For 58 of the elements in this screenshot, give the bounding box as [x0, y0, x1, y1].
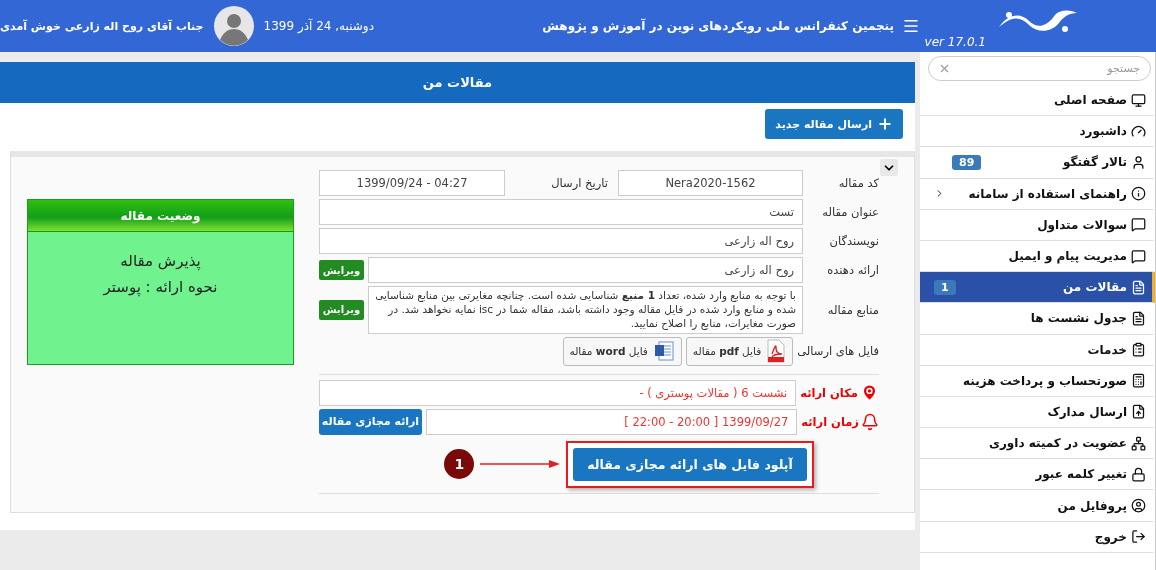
date-field: 1399/09/24 - 04:27 — [319, 170, 505, 196]
presenter-field: روح اله زارعی — [368, 257, 803, 283]
count-badge: 1 — [934, 279, 956, 295]
count-badge: 89 — [952, 154, 982, 170]
menu-icon[interactable] — [902, 17, 920, 35]
field-label: ارائه دهنده — [826, 263, 879, 277]
chat-icon — [1131, 248, 1146, 264]
place-field: نشست 6 ( مقالات پوستری ) - — [319, 379, 797, 406]
field-label: کد مقاله — [837, 176, 879, 190]
time-field: 1399/09/27 [ 20:00 - 22:00 ] — [426, 408, 798, 435]
status-title: وضعیت مقاله — [28, 200, 293, 232]
time-label: زمان ارائه — [801, 412, 879, 431]
sources-text: با توجه به منابع وارد شده، تعداد 1 منبع شناسایی شده است. چنانچه مغایرتی بین منابع شناسایی شده و منابع وارد شده در فایل مقاله وجود داشته باشد، مقاله شما در isc نمایه نخواهد شد. در صورت مغایرات، منابع را اصلاح نمایید. — [368, 286, 803, 334]
pdf-icon — [766, 339, 787, 364]
status-text: نحوه ارائه : پوستر — [102, 278, 219, 296]
version-label: ver 17.0.1 — [924, 35, 986, 49]
bell-icon — [861, 412, 879, 431]
gauge-icon — [1131, 123, 1146, 139]
field-label: منابع مقاله — [826, 302, 879, 317]
checklist-icon — [1131, 342, 1146, 358]
upload-button[interactable]: آپلود فایل های ارائه مجازی مقاله — [573, 447, 807, 481]
panel-title: مقالات من — [0, 62, 915, 103]
monitor-icon — [1131, 92, 1146, 108]
search-field[interactable]: جستجو — [928, 56, 1151, 81]
user-icon — [1131, 154, 1146, 170]
field-label: فایل های ارسالی — [797, 344, 879, 359]
word-document-icon — [652, 340, 675, 363]
arrow-icon — [480, 459, 561, 470]
conference-title: پنجمین کنفرانس ملی رویکردهای نوین در آموزش و پژوهش — [542, 19, 894, 33]
welcome-text: جناب آقای روح اله زارعی خوش آمدی — [0, 19, 204, 33]
chat-icon — [1131, 217, 1146, 233]
status-text: پذیرش مقاله — [119, 252, 202, 270]
calculator-icon — [1131, 373, 1146, 389]
place-label: مکان ارائه — [800, 383, 879, 403]
avatar-icon — [213, 6, 254, 46]
authors-field: روح اله زارعی — [319, 228, 803, 254]
info-icon — [1131, 186, 1146, 202]
collapse-button[interactable] — [880, 159, 898, 176]
clear-icon[interactable] — [938, 62, 951, 75]
hierarchy-icon — [1131, 435, 1146, 451]
field-label: عنوان مقاله — [821, 205, 879, 219]
code-field: Nera2020-1562 — [618, 170, 803, 196]
exit-icon — [1131, 529, 1146, 545]
edit-button[interactable]: ویرایش — [319, 260, 364, 280]
new-article-button[interactable]: ارسال مقاله جدید — [765, 109, 903, 139]
lock-icon — [1131, 466, 1146, 482]
profile-icon — [1131, 498, 1146, 514]
document-icon — [1131, 310, 1146, 326]
field-label: تاریخ ارسال — [550, 176, 609, 190]
step-number: 1 — [444, 449, 475, 480]
date-label: دوشنبه, 24 آذر 1399 — [263, 19, 374, 33]
document-icon — [1131, 279, 1146, 295]
plus-icon — [877, 116, 893, 132]
edit-button[interactable]: ویرایش — [319, 299, 364, 320]
document-upload-icon — [1131, 404, 1146, 420]
title-field: تست — [319, 199, 803, 225]
virtual-presentation-button[interactable]: ارائه مجازی مقاله — [319, 408, 422, 435]
field-label: نویسندگان — [828, 234, 879, 248]
